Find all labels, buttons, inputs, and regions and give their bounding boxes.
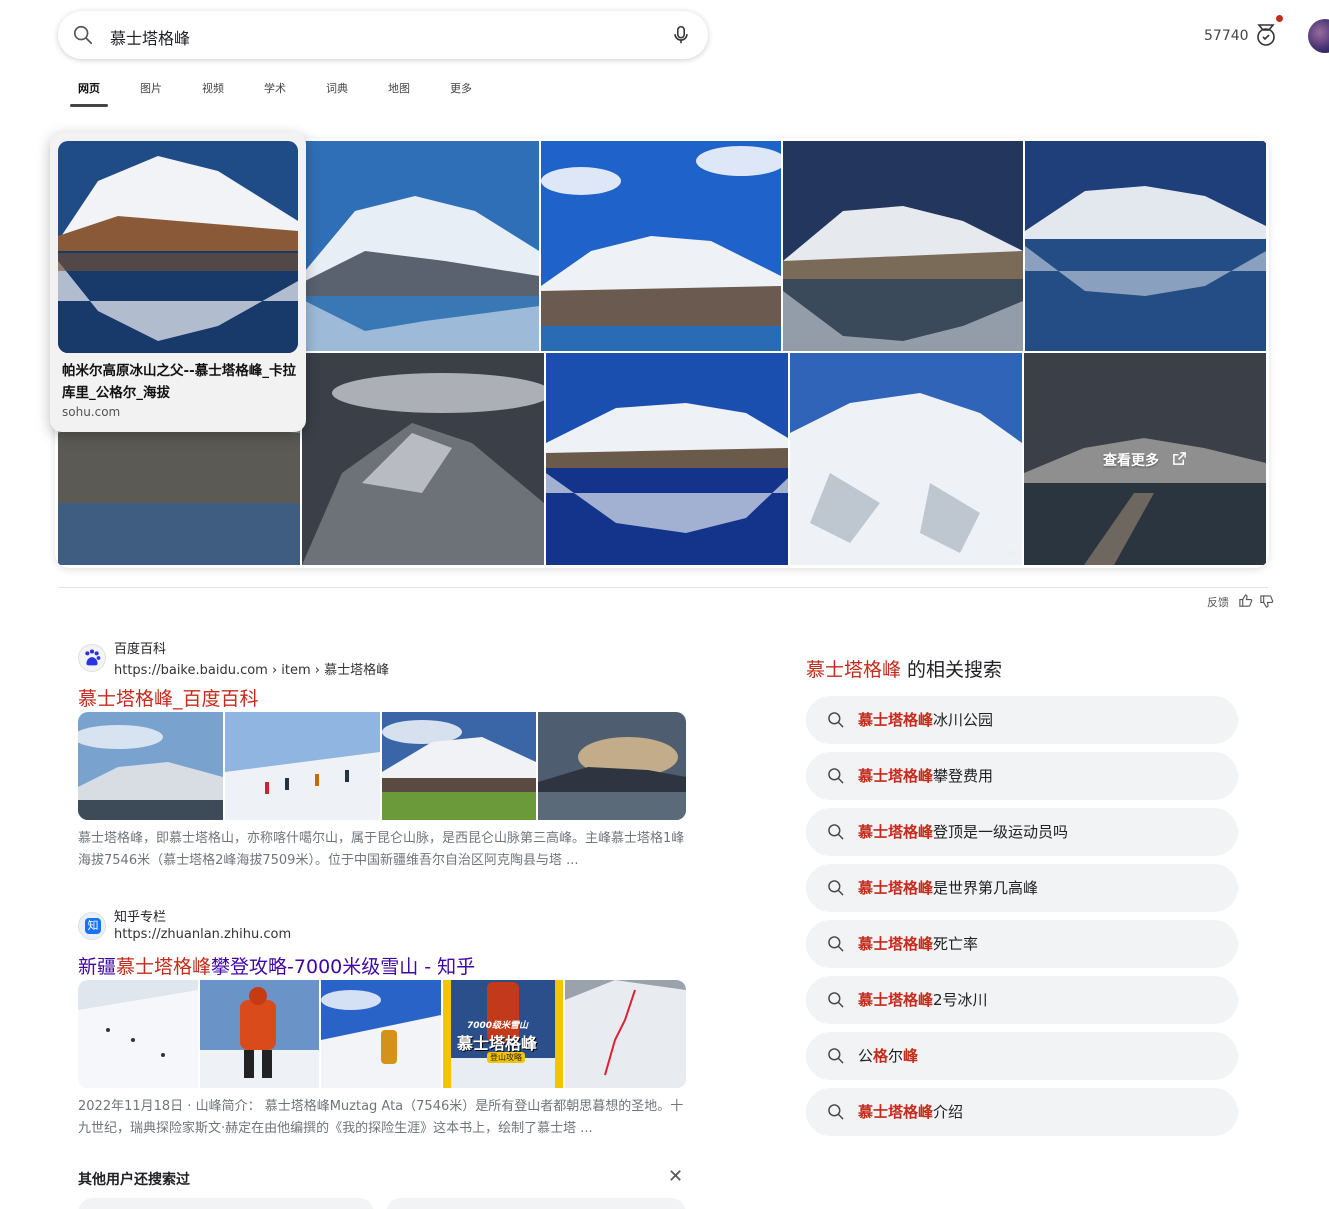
baidu-favicon-icon [78,644,106,672]
tab-images[interactable]: 图片 [140,80,162,96]
avatar[interactable] [1308,19,1329,53]
result-title[interactable]: 新疆慕士塔格峰攀登攻略-7000米级雪山 - 知乎 [78,952,475,979]
rewards-points[interactable]: 57740 [1204,28,1249,44]
result-image-strip: 7000级米雪山 慕士塔格峰 登山攻略 [78,980,686,1088]
search-result: 百度百科 https://baike.baidu.com › item › 慕士… [78,638,688,878]
result-thumbnail[interactable]: 7000级米雪山 慕士塔格峰 登山攻略 [443,980,563,1088]
rewards-icon[interactable] [1254,22,1278,48]
see-more-images[interactable]: 查看更多 [1103,450,1159,470]
related-search-item[interactable]: 慕士塔格峰攀登费用 [806,752,1238,800]
result-thumbnail[interactable] [382,712,536,820]
related-search-item[interactable]: 慕士塔格峰是世界第几高峰 [806,864,1238,912]
result-thumbnail[interactable] [321,980,441,1088]
result-site-name: 百度百科 [114,642,167,657]
close-icon[interactable]: ✕ [668,1166,683,1187]
notification-dot [1276,15,1283,22]
others-searched-pill[interactable] [386,1198,686,1209]
search-icon [828,768,844,784]
search-icon[interactable] [72,24,94,46]
others-searched-title: 其他用户还搜索过 [78,1172,190,1188]
hover-card-image[interactable] [58,141,298,353]
active-tab-indicator [70,104,108,107]
related-search-item[interactable]: 公格尔峰 [806,1032,1238,1080]
result-thumbnail[interactable] [225,712,380,820]
tab-web[interactable]: 网页 [78,80,100,96]
search-box[interactable]: 慕士塔格峰 [58,11,708,59]
image-tile[interactable] [546,353,788,565]
thumbnail-overlay-text: 登山攻略 [487,1052,525,1063]
result-thumbnail[interactable] [565,980,686,1088]
result-thumbnail[interactable] [78,712,223,820]
result-thumbnail[interactable] [200,980,319,1088]
divider [58,587,1268,588]
image-tile[interactable] [541,141,781,351]
image-watermark: 知乎 @陶器 [978,549,1021,558]
thumbs-down-icon[interactable] [1259,594,1274,609]
tab-maps[interactable]: 地图 [388,80,410,96]
search-icon [828,936,844,952]
result-title[interactable]: 慕士塔格峰_百度百科 [78,684,259,711]
result-thumbnail[interactable] [538,712,686,820]
others-searched-pill[interactable] [78,1198,374,1209]
search-icon [828,880,844,896]
tab-videos[interactable]: 视频 [202,80,224,96]
thumbnail-overlay-text: 慕士塔格峰 [457,1034,538,1053]
search-input[interactable]: 慕士塔格峰 [110,25,190,49]
image-tile[interactable] [302,353,544,565]
related-search-item[interactable]: 慕士塔格峰介绍 [806,1088,1238,1136]
image-tile[interactable] [305,141,539,351]
related-search-item[interactable]: 慕士塔格峰死亡率 [806,920,1238,968]
result-site-name: 知乎专栏 [114,910,167,925]
external-link-icon[interactable] [1172,451,1187,466]
search-icon [828,992,844,1008]
tab-dictionary[interactable]: 词典 [326,80,348,96]
hover-card-source: sohu.com [62,405,121,419]
related-search-item[interactable]: 慕士塔格峰登顶是一级运动员吗 [806,808,1238,856]
image-tile[interactable] [790,353,1022,565]
result-thumbnail[interactable] [78,980,198,1088]
result-snippet: 2022年11月18日 · 山峰简介： 慕士塔格峰Muztag Ata（7546… [78,1099,684,1136]
result-snippet: 慕士塔格峰，即慕士塔格山，亦称喀什噶尔山，属于昆仑山脉，是西昆仑山脉第三高峰。主… [78,831,685,868]
image-hover-card[interactable]: 帕米尔高原冰山之父--慕士塔格峰_卡拉库里_公格尔_海拔 sohu.com [50,132,306,432]
search-icon [828,1048,844,1064]
thumbs-up-icon[interactable] [1238,593,1253,608]
image-tile[interactable] [783,141,1023,351]
search-result: 知 知乎专栏 https://zhuanlan.zhihu.com 新疆慕士塔格… [78,906,688,1146]
tab-academic[interactable]: 学术 [264,80,286,96]
search-icon [828,712,844,728]
result-image-strip [78,712,686,820]
search-icon [828,824,844,840]
zhihu-favicon-icon: 知 [78,912,106,940]
feedback-label[interactable]: 反馈 [1207,594,1229,610]
related-search-item[interactable]: 慕士塔格峰冰川公园 [806,696,1238,744]
microphone-icon[interactable] [670,24,692,46]
related-searches-title: 慕士塔格峰 的相关搜索 [806,659,1003,681]
search-icon [828,1104,844,1120]
result-url[interactable]: https://zhuanlan.zhihu.com [114,927,291,942]
result-url[interactable]: https://baike.baidu.com › item › 慕士塔格峰 [114,659,389,678]
tab-more[interactable]: 更多 [450,80,472,96]
image-tile[interactable] [1025,141,1266,351]
hover-card-title[interactable]: 帕米尔高原冰山之父--慕士塔格峰_卡拉库里_公格尔_海拔 [62,360,298,404]
related-search-item[interactable]: 慕士塔格峰2号冰川 [806,976,1238,1024]
